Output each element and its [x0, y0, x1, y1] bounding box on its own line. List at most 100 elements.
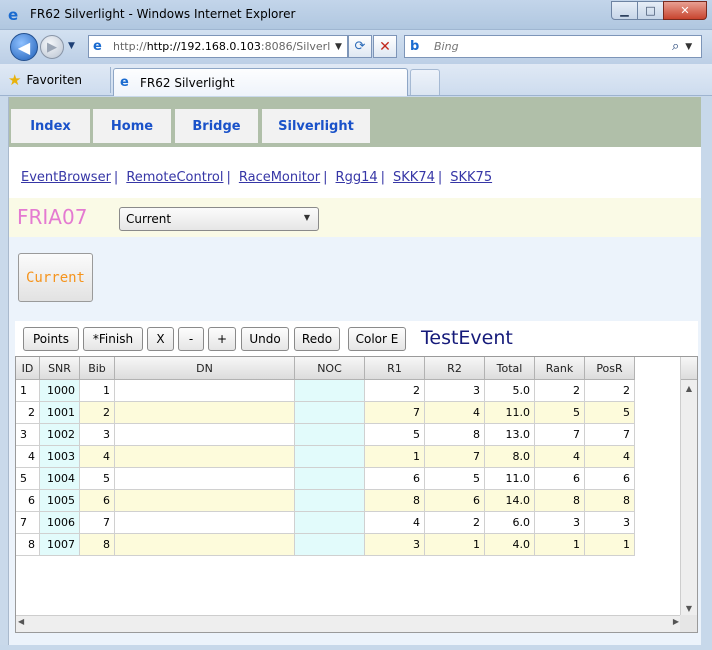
column-header-r2[interactable]: R2: [425, 357, 485, 380]
cell-rank[interactable]: 5: [535, 402, 585, 424]
minimize-button[interactable]: ▁: [611, 1, 638, 20]
link-skk75[interactable]: SKK75: [450, 170, 492, 185]
table-row[interactable]: 4 1003 4 1 7 8.0 4 4: [16, 446, 635, 468]
scroll-up-icon[interactable]: ▲: [681, 380, 697, 396]
tab-fr62-silverlight[interactable]: e FR62 Silverlight: [113, 68, 408, 96]
cell-dn[interactable]: [115, 490, 295, 512]
link-skk74[interactable]: SKK74: [393, 170, 435, 185]
forward-button[interactable]: ▶: [40, 35, 64, 59]
table-row[interactable]: 6 1005 6 8 6 14.0 8 8: [16, 490, 635, 512]
column-header-r1[interactable]: R1: [365, 357, 425, 380]
cell-noc[interactable]: [295, 380, 365, 402]
cell-r1[interactable]: 7: [365, 402, 425, 424]
cell-rank[interactable]: 3: [535, 512, 585, 534]
cell-r1[interactable]: 6: [365, 468, 425, 490]
cell-r2[interactable]: 2: [425, 512, 485, 534]
favorites-button[interactable]: ★ Favoriten: [8, 68, 82, 92]
cell-snr[interactable]: 1002: [40, 424, 80, 446]
cell-rank[interactable]: 1: [535, 534, 585, 556]
cell-bib[interactable]: 1: [80, 380, 115, 402]
cell-posr[interactable]: 7: [585, 424, 635, 446]
cell-total[interactable]: 8.0: [485, 446, 535, 468]
cell-total[interactable]: 6.0: [485, 512, 535, 534]
cell-dn[interactable]: [115, 424, 295, 446]
current-button[interactable]: Current: [18, 253, 93, 302]
cell-rank[interactable]: 7: [535, 424, 585, 446]
cell-posr[interactable]: 6: [585, 468, 635, 490]
scroll-down-icon[interactable]: ▼: [681, 600, 697, 616]
plus-button[interactable]: +: [208, 327, 236, 351]
cell-r2[interactable]: 3: [425, 380, 485, 402]
stop-button[interactable]: ✕: [373, 35, 397, 58]
undo-button[interactable]: Undo: [241, 327, 289, 351]
cell-id[interactable]: 6: [16, 490, 40, 512]
cell-dn[interactable]: [115, 380, 295, 402]
nav-silverlight[interactable]: Silverlight: [262, 109, 370, 143]
cell-posr[interactable]: 4: [585, 446, 635, 468]
cell-dn[interactable]: [115, 446, 295, 468]
cell-id[interactable]: 4: [16, 446, 40, 468]
cell-r1[interactable]: 2: [365, 380, 425, 402]
recent-pages-dropdown[interactable]: ▼: [68, 41, 75, 51]
cell-rank[interactable]: 6: [535, 468, 585, 490]
cell-dn[interactable]: [115, 468, 295, 490]
cell-posr[interactable]: 8: [585, 490, 635, 512]
minus-button[interactable]: -: [178, 327, 204, 351]
cell-posr[interactable]: 3: [585, 512, 635, 534]
address-dropdown-icon[interactable]: ▼: [335, 42, 342, 52]
cell-id[interactable]: 8: [16, 534, 40, 556]
cell-total[interactable]: 11.0: [485, 402, 535, 424]
table-row[interactable]: 7 1006 7 4 2 6.0 3 3: [16, 512, 635, 534]
cell-total[interactable]: 11.0: [485, 468, 535, 490]
cell-bib[interactable]: 4: [80, 446, 115, 468]
cell-bib[interactable]: 7: [80, 512, 115, 534]
vertical-scrollbar[interactable]: ▲ ▼: [680, 357, 697, 616]
redo-button[interactable]: Redo: [294, 327, 340, 351]
link-remotecontrol[interactable]: RemoteControl: [126, 170, 223, 185]
cell-snr[interactable]: 1003: [40, 446, 80, 468]
cell-posr[interactable]: 5: [585, 402, 635, 424]
column-header-id[interactable]: ID: [16, 357, 40, 380]
search-icon[interactable]: ⌕: [672, 39, 679, 54]
horizontal-scrollbar[interactable]: ◀ ▶: [16, 615, 681, 632]
cell-noc[interactable]: [295, 512, 365, 534]
cell-posr[interactable]: 1: [585, 534, 635, 556]
cell-bib[interactable]: 3: [80, 424, 115, 446]
cell-dn[interactable]: [115, 534, 295, 556]
table-row[interactable]: 8 1007 8 3 1 4.0 1 1: [16, 534, 635, 556]
cell-noc[interactable]: [295, 490, 365, 512]
cell-r2[interactable]: 5: [425, 468, 485, 490]
cell-r1[interactable]: 1: [365, 446, 425, 468]
cell-noc[interactable]: [295, 424, 365, 446]
cell-r2[interactable]: 7: [425, 446, 485, 468]
cell-id[interactable]: 7: [16, 512, 40, 534]
finish-button[interactable]: *Finish: [83, 327, 143, 351]
maximize-button[interactable]: □: [637, 1, 664, 20]
cell-r1[interactable]: 5: [365, 424, 425, 446]
cell-r2[interactable]: 4: [425, 402, 485, 424]
link-rgg14[interactable]: Rgg14: [336, 170, 378, 185]
nav-index[interactable]: Index: [11, 109, 90, 143]
scroll-left-icon[interactable]: ◀: [18, 617, 24, 626]
color-e-button[interactable]: Color E: [348, 327, 406, 351]
search-input[interactable]: [432, 39, 668, 54]
column-header-rank[interactable]: Rank: [535, 357, 585, 380]
cell-id[interactable]: 5: [16, 468, 40, 490]
points-button[interactable]: Points: [23, 327, 79, 351]
cell-r1[interactable]: 8: [365, 490, 425, 512]
cell-bib[interactable]: 8: [80, 534, 115, 556]
nav-bridge[interactable]: Bridge: [175, 109, 258, 143]
table-row[interactable]: 5 1004 5 6 5 11.0 6 6: [16, 468, 635, 490]
cell-rank[interactable]: 2: [535, 380, 585, 402]
cell-rank[interactable]: 4: [535, 446, 585, 468]
column-header-noc[interactable]: NOC: [295, 357, 365, 380]
cell-dn[interactable]: [115, 402, 295, 424]
column-header-total[interactable]: Total: [485, 357, 535, 380]
cell-snr[interactable]: 1006: [40, 512, 80, 534]
table-row[interactable]: 1 1000 1 2 3 5.0 2 2: [16, 380, 635, 402]
scroll-right-icon[interactable]: ▶: [673, 617, 679, 626]
cell-snr[interactable]: 1001: [40, 402, 80, 424]
cell-snr[interactable]: 1005: [40, 490, 80, 512]
cell-snr[interactable]: 1007: [40, 534, 80, 556]
column-header-bib[interactable]: Bib: [80, 357, 115, 380]
